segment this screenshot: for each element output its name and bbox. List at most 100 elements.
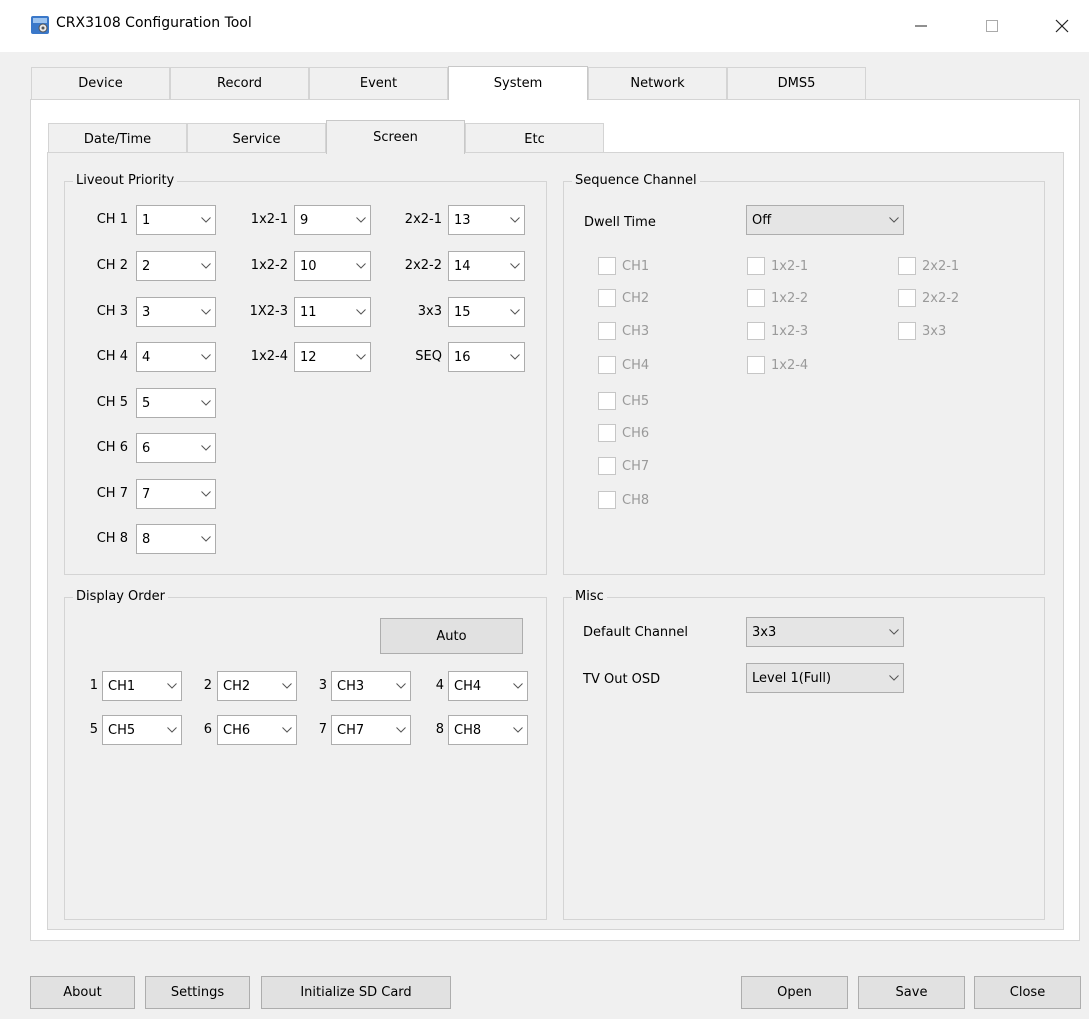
display-order-select-5-value: CH5 xyxy=(108,722,136,738)
tab-event[interactable]: Event xyxy=(309,67,448,99)
minimize-button[interactable] xyxy=(899,8,943,44)
tab-date-time[interactable]: Date/Time xyxy=(48,123,187,155)
seq-checkbox-col1-4[interactable] xyxy=(598,356,616,374)
tab-service[interactable]: Service xyxy=(187,123,326,155)
save-button[interactable]: Save xyxy=(858,976,965,1009)
tab-dms5[interactable]: DMS5 xyxy=(727,67,866,99)
tab-etc[interactable]: Etc xyxy=(465,123,604,155)
close-window-button[interactable] xyxy=(1040,8,1084,44)
chevron-down-icon xyxy=(197,252,215,280)
liveout-select-1x2-1[interactable]: 9 xyxy=(294,205,371,235)
liveout-label-1x2-1: 1x2-1 xyxy=(250,212,288,227)
open-button[interactable]: Open xyxy=(741,976,848,1009)
seq-checkbox-col3-1[interactable] xyxy=(898,257,916,275)
maximize-button[interactable] xyxy=(970,8,1014,44)
tab-screen[interactable]: Screen xyxy=(326,120,465,154)
seq-checkbox-col3-2[interactable] xyxy=(898,289,916,307)
default-channel-value: 3x3 xyxy=(752,624,777,640)
window-title: CRX3108 Configuration Tool xyxy=(56,15,252,31)
maximize-icon xyxy=(986,20,998,32)
liveout-label-ch6: CH 6 xyxy=(96,440,128,455)
display-order-select-1[interactable]: CH1 xyxy=(102,671,182,701)
liveout-label-1x2-3: 1X2-3 xyxy=(249,304,288,319)
liveout-select-ch8[interactable]: 8 xyxy=(136,524,216,554)
liveout-select-ch7[interactable]: 7 xyxy=(136,479,216,509)
seq-checkbox-col2-1[interactable] xyxy=(747,257,765,275)
display-order-num-4: 4 xyxy=(435,678,444,693)
seq-checkbox-col1-6[interactable] xyxy=(598,424,616,442)
liveout-priority-title: Liveout Priority xyxy=(73,173,178,189)
seq-checkbox-col3-3[interactable] xyxy=(898,322,916,340)
seq-checkbox-col1-2[interactable] xyxy=(598,289,616,307)
seq-checkbox-label: 1x2-4 xyxy=(771,358,809,373)
chevron-down-icon xyxy=(352,252,370,280)
liveout-select-col3-3[interactable]: 15 xyxy=(448,297,525,327)
liveout-select-col3-2-value: 14 xyxy=(454,258,471,274)
seq-checkbox-col1-3[interactable] xyxy=(598,322,616,340)
initialize-sd-card-button[interactable]: Initialize SD Card xyxy=(261,976,451,1009)
tv-out-osd-select[interactable]: Level 1(Full) xyxy=(746,663,904,693)
display-order-num-5: 5 xyxy=(89,722,98,737)
liveout-select-ch4[interactable]: 4 xyxy=(136,342,216,372)
chevron-down-icon xyxy=(197,480,215,508)
display-order-title: Display Order xyxy=(73,589,168,605)
seq-checkbox-col1-8[interactable] xyxy=(598,491,616,509)
chevron-down-icon xyxy=(509,672,527,700)
close-button[interactable]: Close xyxy=(974,976,1081,1009)
chevron-down-icon xyxy=(392,672,410,700)
tab-record[interactable]: Record xyxy=(170,67,309,99)
tab-system[interactable]: System xyxy=(448,66,588,100)
seq-checkbox-label: 2x2-1 xyxy=(922,259,960,274)
minimize-icon xyxy=(915,25,927,27)
seq-checkbox-col2-2[interactable] xyxy=(747,289,765,307)
dwell-time-label: Dwell Time xyxy=(584,215,656,230)
display-order-select-6[interactable]: CH6 xyxy=(217,715,297,745)
chevron-down-icon xyxy=(506,252,524,280)
about-button[interactable]: About xyxy=(30,976,135,1009)
settings-button[interactable]: Settings xyxy=(145,976,250,1009)
liveout-select-ch1[interactable]: 1 xyxy=(136,205,216,235)
dwell-time-select[interactable]: Off xyxy=(746,205,904,235)
chevron-down-icon xyxy=(197,389,215,417)
seq-checkbox-col1-1[interactable] xyxy=(598,257,616,275)
liveout-select-1x2-4[interactable]: 12 xyxy=(294,342,371,372)
display-order-select-8[interactable]: CH8 xyxy=(448,715,528,745)
seq-checkbox-col1-7[interactable] xyxy=(598,457,616,475)
dwell-time-value: Off xyxy=(752,212,772,228)
display-order-select-7[interactable]: CH7 xyxy=(331,715,411,745)
display-order-select-2[interactable]: CH2 xyxy=(217,671,297,701)
seq-checkbox-col2-3[interactable] xyxy=(747,322,765,340)
liveout-label-col3-4: SEQ xyxy=(415,349,442,364)
liveout-select-1x2-3[interactable]: 11 xyxy=(294,297,371,327)
auto-button[interactable]: Auto xyxy=(380,618,523,654)
display-order-select-4[interactable]: CH4 xyxy=(448,671,528,701)
display-order-select-3[interactable]: CH3 xyxy=(331,671,411,701)
liveout-label-1x2-2: 1x2-2 xyxy=(250,258,288,273)
seq-checkbox-col1-5[interactable] xyxy=(598,392,616,410)
liveout-select-col3-2[interactable]: 14 xyxy=(448,251,525,281)
chevron-down-icon xyxy=(509,716,527,744)
seq-checkbox-label: 2x2-2 xyxy=(922,291,960,306)
liveout-select-ch3[interactable]: 3 xyxy=(136,297,216,327)
default-channel-select[interactable]: 3x3 xyxy=(746,617,904,647)
liveout-select-ch6[interactable]: 6 xyxy=(136,433,216,463)
tab-device[interactable]: Device xyxy=(31,67,170,99)
liveout-label-col3-3: 3x3 xyxy=(417,304,442,319)
liveout-select-col3-1[interactable]: 13 xyxy=(448,205,525,235)
liveout-select-col3-4[interactable]: 16 xyxy=(448,342,525,372)
chevron-down-icon xyxy=(197,298,215,326)
display-order-num-8: 8 xyxy=(435,722,444,737)
seq-checkbox-label: CH2 xyxy=(622,291,650,306)
tab-network[interactable]: Network xyxy=(588,67,727,99)
liveout-select-col3-1-value: 13 xyxy=(454,212,471,228)
liveout-select-1x2-2[interactable]: 10 xyxy=(294,251,371,281)
display-order-select-3-value: CH3 xyxy=(337,678,365,694)
display-order-select-6-value: CH6 xyxy=(223,722,251,738)
liveout-label-ch1: CH 1 xyxy=(96,212,128,227)
chevron-down-icon xyxy=(506,206,524,234)
sequence-channel-group: Sequence Channel xyxy=(563,173,1045,575)
seq-checkbox-col2-4[interactable] xyxy=(747,356,765,374)
liveout-select-ch2[interactable]: 2 xyxy=(136,251,216,281)
display-order-select-5[interactable]: CH5 xyxy=(102,715,182,745)
liveout-select-ch5[interactable]: 5 xyxy=(136,388,216,418)
